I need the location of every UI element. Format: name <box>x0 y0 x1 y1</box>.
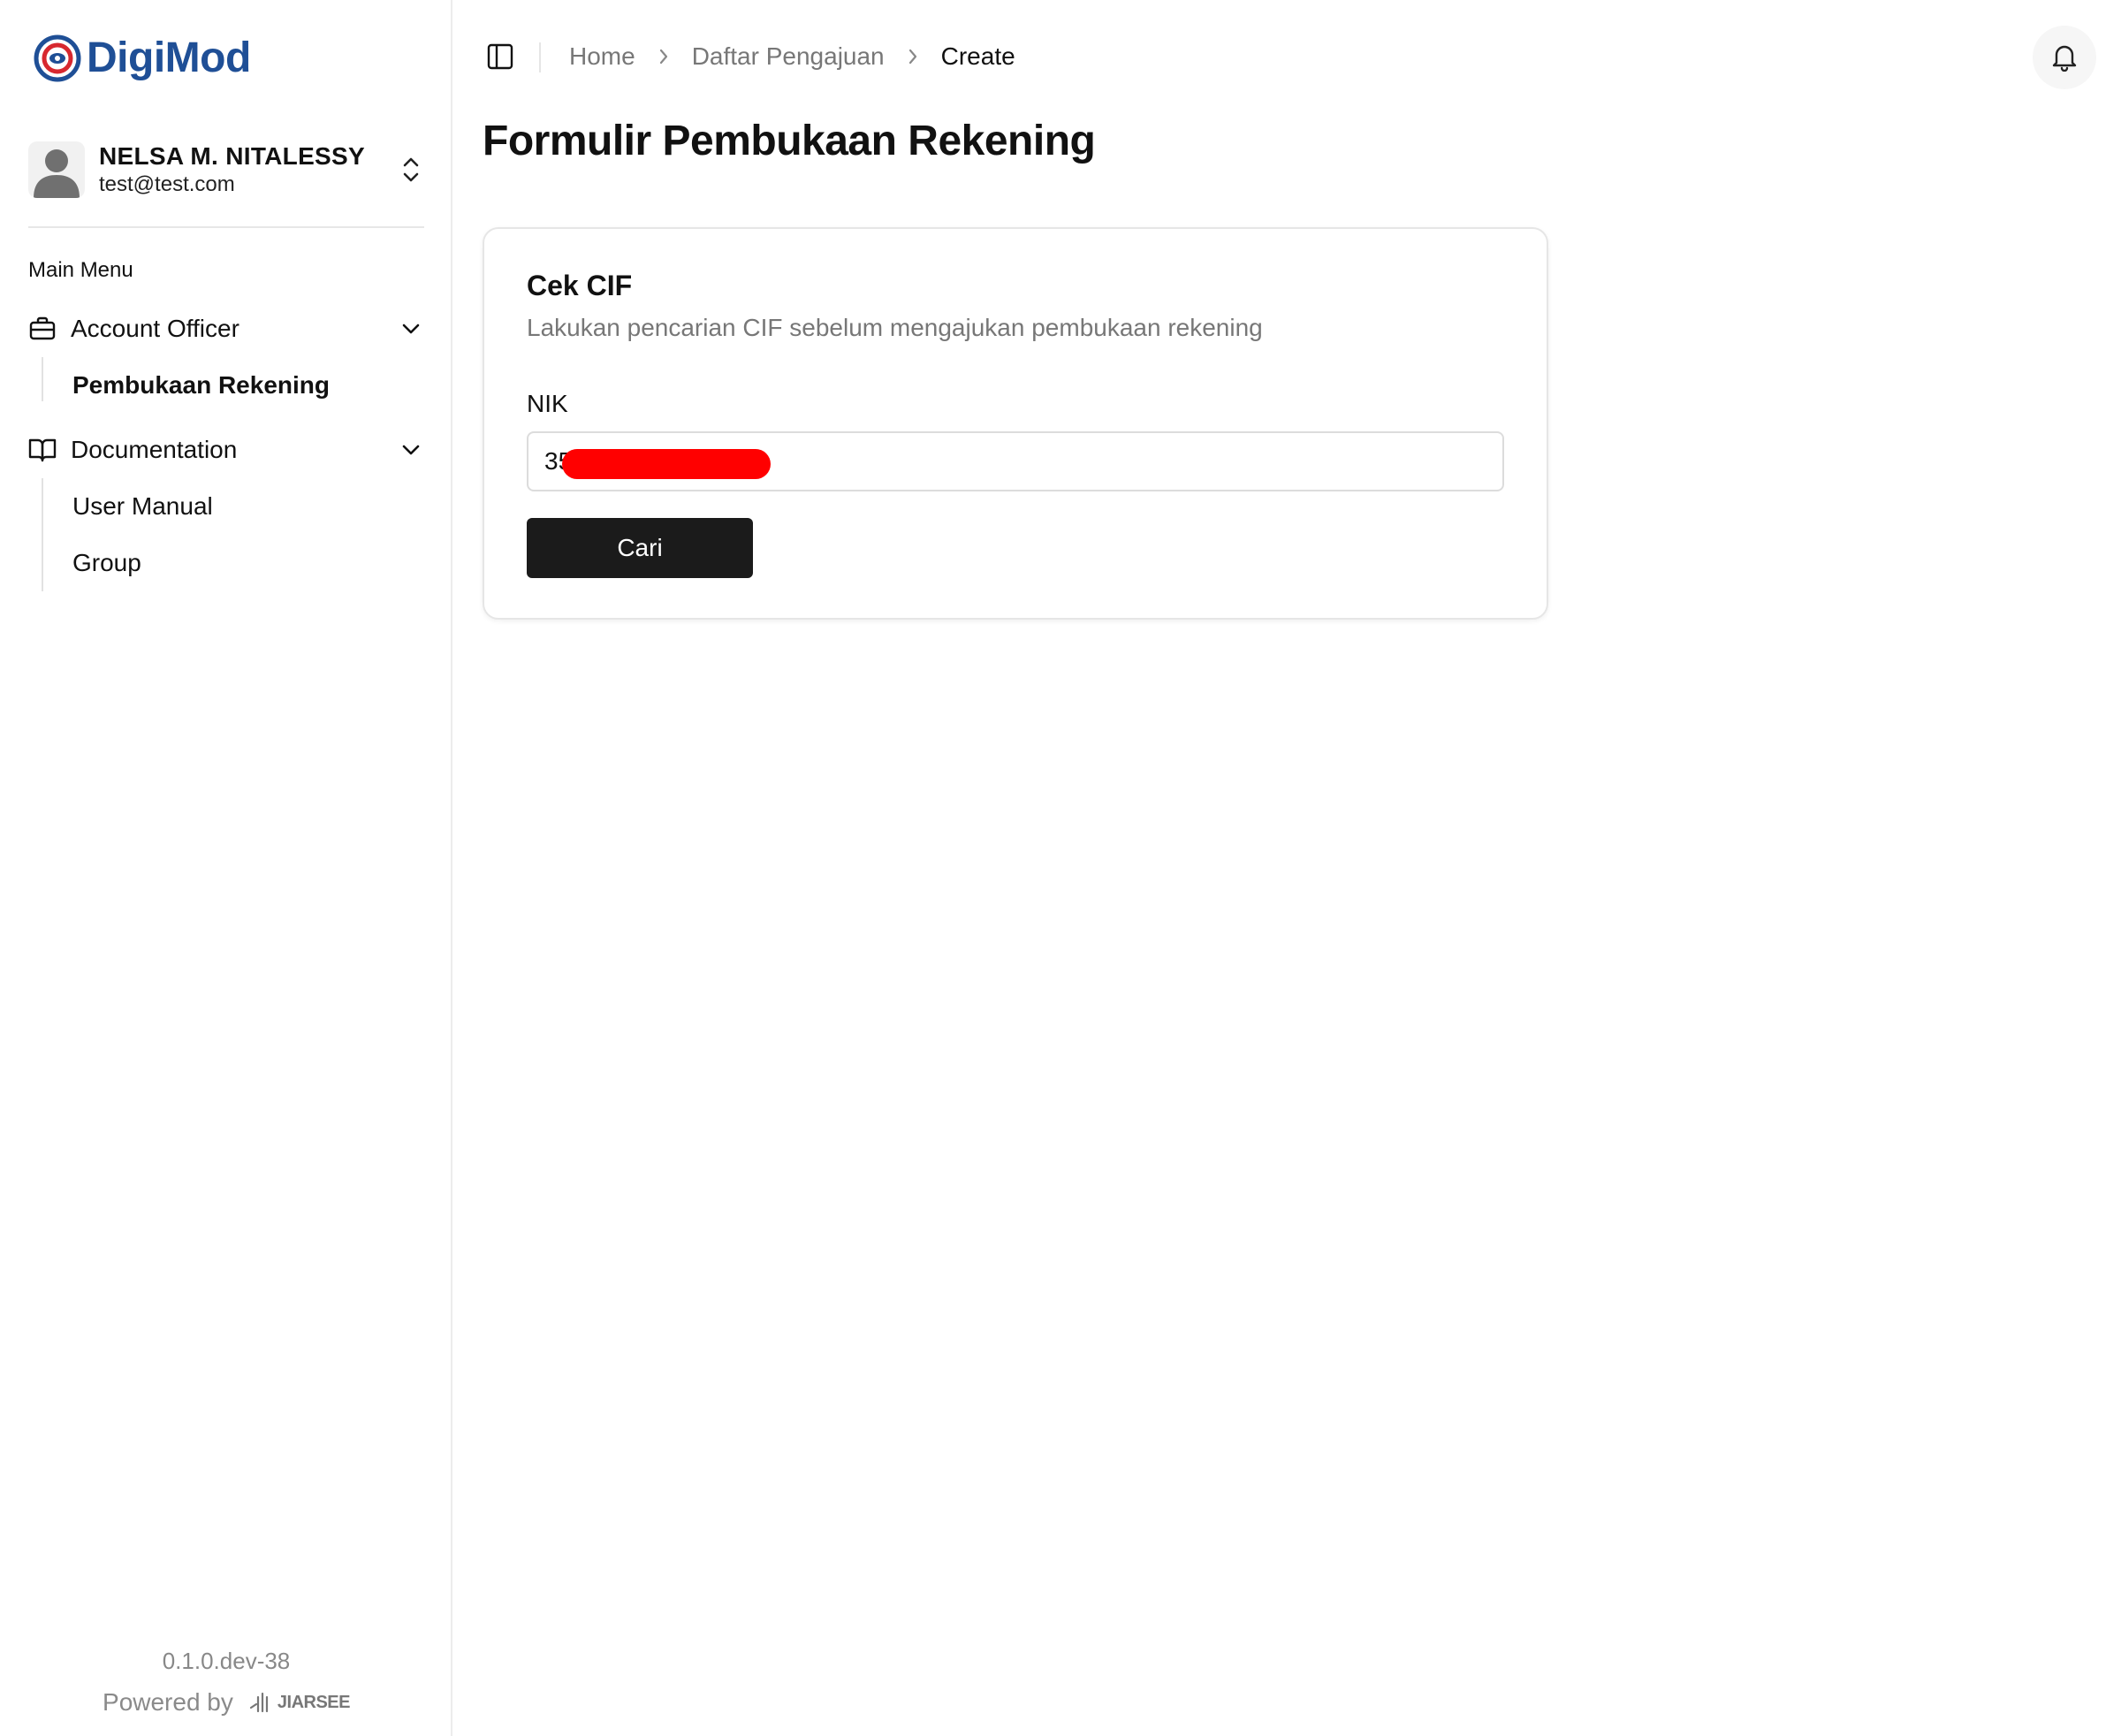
breadcrumb-home[interactable]: Home <box>569 42 635 71</box>
card-description: Lakukan pencarian CIF sebelum mengajukan… <box>527 314 1263 341</box>
nik-label: NIK <box>527 390 568 417</box>
book-open-icon <box>28 436 57 464</box>
breadcrumb-create: Create <box>940 42 1015 70</box>
powered-brand: JIARSEE <box>277 1692 351 1712</box>
panel-left-icon <box>487 43 513 70</box>
main-menu-title: Main Menu <box>28 258 133 282</box>
submenu-guide-line <box>42 478 43 591</box>
sidebar-toggle-button[interactable] <box>484 41 516 72</box>
divider <box>28 226 424 228</box>
breadcrumb: Home Daftar Pengajuan Create <box>569 39 1015 74</box>
chevrons-up-down-icon[interactable] <box>398 152 424 187</box>
sidebar-group-label: Account Officer <box>71 315 239 342</box>
notifications-button[interactable] <box>2033 26 2096 89</box>
digimod-logo-icon <box>34 34 81 81</box>
sidebar-group-label: Documentation <box>71 436 238 463</box>
avatar <box>28 141 85 198</box>
jiarsee-logo: JIARSEE <box>247 1692 350 1713</box>
bell-icon <box>2052 45 2077 72</box>
logo-text: DigiMod <box>87 34 251 81</box>
chevron-down-icon[interactable] <box>398 437 424 463</box>
powered-by-label: Powered by <box>103 1688 233 1716</box>
powered-by: Powered by JIARSEE <box>0 1688 452 1717</box>
sidebar-group-documentation[interactable]: Documentation <box>28 428 424 472</box>
jiarsee-logo-icon <box>249 1692 268 1713</box>
user-avatar-icon <box>34 149 80 198</box>
sidebar-item-group[interactable]: Group <box>72 544 141 582</box>
search-button[interactable]: Cari <box>527 518 753 578</box>
cek-cif-card: Cek CIF Lakukan pencarian CIF sebelum me… <box>483 227 1548 620</box>
submenu-guide-line <box>42 357 43 401</box>
briefcase-icon <box>28 315 57 343</box>
app-root: DigiMod NELSA M. NITALESSY test@test.com <box>0 0 2121 1736</box>
chevron-down-icon[interactable] <box>398 316 424 342</box>
app-logo[interactable]: DigiMod <box>34 34 251 82</box>
chevron-right-icon <box>658 48 669 65</box>
redaction-mark <box>562 449 771 479</box>
user-switcher[interactable]: NELSA M. NITALESSY test@test.com <box>28 137 424 202</box>
breadcrumb-daftar-pengajuan[interactable]: Daftar Pengajuan <box>692 42 885 71</box>
user-info: NELSA M. NITALESSY test@test.com <box>99 141 398 198</box>
sidebar-group-account-officer[interactable]: Account Officer <box>28 307 424 351</box>
card-title: Cek CIF <box>527 270 633 301</box>
sidebar-item-pembukaan-rekening[interactable]: Pembukaan Rekening <box>72 366 330 405</box>
user-email: test@test.com <box>99 172 235 196</box>
sidebar-item-user-manual[interactable]: User Manual <box>72 487 213 526</box>
app-version: 0.1.0.dev-38 <box>162 1648 291 1674</box>
user-name: NELSA M. NITALESSY <box>99 142 365 170</box>
chevron-right-icon <box>908 48 918 65</box>
sidebar: DigiMod NELSA M. NITALESSY test@test.com <box>0 0 452 1736</box>
divider <box>539 42 541 72</box>
page-title: Formulir Pembukaan Rekening <box>483 118 1096 164</box>
